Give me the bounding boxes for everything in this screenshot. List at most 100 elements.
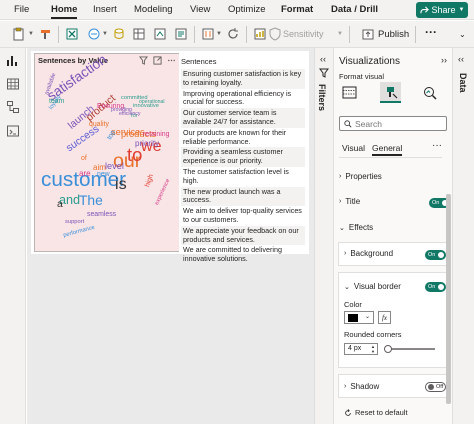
chevron-left-icon[interactable]: ‹‹ bbox=[320, 54, 326, 64]
table-row[interactable]: Providing a seamless customer experience… bbox=[181, 147, 305, 167]
chevron-down-icon[interactable]: ⌄ bbox=[459, 30, 466, 39]
word-cloud-word[interactable]: The bbox=[79, 194, 103, 208]
table-row[interactable]: The customer satisfaction level is high. bbox=[181, 167, 305, 187]
section-visual-border[interactable]: ⌄ Visual border bbox=[344, 282, 401, 291]
word-cloud-word[interactable]: performance bbox=[63, 225, 96, 240]
word-cloud-word[interactable]: high bbox=[144, 173, 156, 189]
dataverse-icon[interactable] bbox=[153, 27, 167, 41]
section-properties[interactable]: › Properties bbox=[339, 172, 382, 181]
conditional-formatting-button[interactable]: fx bbox=[378, 311, 391, 324]
more-options-button[interactable]: ··· bbox=[432, 140, 442, 151]
rounded-corners-slider[interactable] bbox=[385, 348, 435, 350]
table-row[interactable]: Ensuring customer satisfaction is key to… bbox=[181, 69, 305, 89]
focus-mode-icon[interactable] bbox=[153, 56, 162, 65]
word-cloud-word[interactable]: quality bbox=[89, 121, 109, 129]
sql-server-icon[interactable] bbox=[112, 27, 126, 41]
menu-modeling[interactable]: Modeling bbox=[134, 4, 173, 15]
chevron-right-icon[interactable]: ›› bbox=[441, 55, 447, 65]
format-visual-button[interactable] bbox=[380, 82, 401, 103]
toggle-label: On bbox=[432, 200, 440, 206]
enter-data-icon[interactable] bbox=[132, 27, 146, 41]
sentences-table-visual[interactable]: Sentences Ensuring customer satisfaction… bbox=[179, 53, 306, 263]
filters-pane[interactable]: ‹‹ Filters bbox=[314, 48, 333, 424]
tab-general[interactable]: General bbox=[372, 143, 403, 156]
report-view-icon[interactable] bbox=[6, 54, 20, 68]
menu-insert[interactable]: Insert bbox=[93, 4, 117, 15]
reset-to-default-button[interactable]: Reset to default bbox=[344, 408, 408, 417]
word-cloud-word[interactable]: operational bbox=[139, 99, 165, 105]
search-box[interactable] bbox=[339, 116, 447, 131]
section-effects[interactable]: ⌄ Effects bbox=[339, 223, 373, 232]
word-cloud-word[interactable]: retaining bbox=[143, 131, 169, 139]
recent-sources-icon[interactable] bbox=[174, 27, 188, 41]
background-toggle[interactable]: On bbox=[425, 250, 446, 260]
word-cloud-visual[interactable]: Sentences by Value customer our satisfacti… bbox=[34, 52, 180, 252]
word-cloud-word[interactable]: support bbox=[65, 219, 84, 226]
tabs-divider bbox=[339, 157, 442, 158]
pane-scrollbar[interactable] bbox=[446, 194, 451, 404]
section-label: Shadow bbox=[350, 382, 380, 391]
word-cloud-word[interactable]: priority bbox=[135, 139, 159, 148]
ribbon-divider bbox=[194, 26, 195, 43]
menu-data-drill[interactable]: Data / Drill bbox=[331, 4, 378, 15]
search-input[interactable] bbox=[355, 118, 443, 129]
table-row[interactable]: Improving operational efficiency is cruc… bbox=[181, 89, 305, 109]
table-row[interactable]: Our customer service team is available 2… bbox=[181, 108, 305, 128]
new-visual-icon[interactable] bbox=[253, 27, 267, 41]
more-options-button[interactable]: ··· bbox=[425, 25, 437, 39]
word-cloud-word[interactable]: top bbox=[106, 129, 118, 142]
word-cloud-word[interactable]: of bbox=[81, 155, 87, 163]
model-view-icon[interactable] bbox=[6, 100, 20, 114]
menu-format[interactable]: Format bbox=[281, 4, 313, 15]
transform-data-icon[interactable] bbox=[201, 27, 215, 41]
data-pane[interactable]: ‹‹ Data bbox=[452, 48, 474, 424]
chevron-down-icon[interactable]: ▼ bbox=[28, 31, 34, 37]
filter-icon[interactable] bbox=[139, 56, 148, 65]
share-label: Share bbox=[431, 5, 456, 15]
build-visual-button[interactable] bbox=[339, 82, 360, 103]
analytics-button[interactable] bbox=[419, 82, 440, 103]
word-cloud-word[interactable]: level bbox=[105, 161, 124, 171]
table-row[interactable]: The new product launch was a success. bbox=[181, 186, 305, 207]
more-options-icon[interactable] bbox=[167, 56, 176, 65]
word-cloud-word[interactable]: is bbox=[115, 176, 127, 192]
table-row[interactable]: We aim to deliver top-quality services t… bbox=[181, 206, 305, 226]
refresh-icon[interactable] bbox=[226, 27, 240, 41]
spinner-icon[interactable]: ▲ ▼ bbox=[371, 344, 375, 354]
visual-border-toggle[interactable]: On bbox=[425, 282, 446, 292]
chevron-down-icon[interactable]: ▼ bbox=[216, 31, 222, 37]
share-button[interactable]: Share ▼ bbox=[416, 2, 468, 18]
publish-button[interactable]: Publish bbox=[362, 28, 409, 40]
excel-icon[interactable] bbox=[65, 27, 79, 41]
slider-thumb[interactable] bbox=[383, 345, 392, 353]
section-background[interactable]: › Background bbox=[344, 249, 393, 258]
table-row[interactable]: We appreciate your feedback on our produ… bbox=[181, 225, 305, 246]
section-title[interactable]: › Title bbox=[339, 197, 360, 206]
rounded-corners-input[interactable]: 4 px ▲ ▼ bbox=[344, 343, 378, 355]
word-cloud-word[interactable]: team bbox=[49, 98, 64, 106]
menu-optimize[interactable]: Optimize bbox=[228, 4, 265, 15]
word-cloud-word[interactable]: experience bbox=[154, 178, 172, 206]
data-label: Data bbox=[458, 73, 468, 93]
word-cloud-word[interactable]: are bbox=[79, 169, 91, 178]
menu-file[interactable]: File bbox=[14, 4, 29, 15]
paste-icon[interactable] bbox=[12, 27, 26, 41]
word-cloud-word[interactable]: providing bbox=[111, 107, 132, 113]
chevron-left-icon[interactable]: ‹‹ bbox=[458, 54, 464, 64]
word-cloud-word[interactable]: a bbox=[57, 199, 63, 210]
word-cloud-word[interactable]: seamless bbox=[87, 211, 116, 219]
onelake-icon[interactable] bbox=[87, 27, 101, 41]
menu-home[interactable]: Home bbox=[51, 4, 78, 19]
color-picker[interactable]: ⌄ bbox=[344, 311, 374, 324]
table-view-icon[interactable] bbox=[6, 77, 20, 91]
dax-query-view-icon[interactable] bbox=[6, 124, 20, 138]
tab-visual[interactable]: Visual bbox=[342, 143, 365, 153]
shadow-toggle[interactable]: Off bbox=[425, 382, 446, 392]
table-row[interactable]: We are committed to delivering innovativ… bbox=[181, 245, 305, 265]
table-row[interactable]: Our products are known for their reliabl… bbox=[181, 128, 305, 148]
word-cloud-word[interactable]: new bbox=[97, 171, 110, 179]
chevron-down-icon[interactable]: ▼ bbox=[102, 31, 108, 37]
section-shadow[interactable]: › Shadow bbox=[344, 382, 379, 391]
menu-view[interactable]: View bbox=[190, 4, 210, 15]
format-painter-icon[interactable] bbox=[39, 27, 53, 41]
